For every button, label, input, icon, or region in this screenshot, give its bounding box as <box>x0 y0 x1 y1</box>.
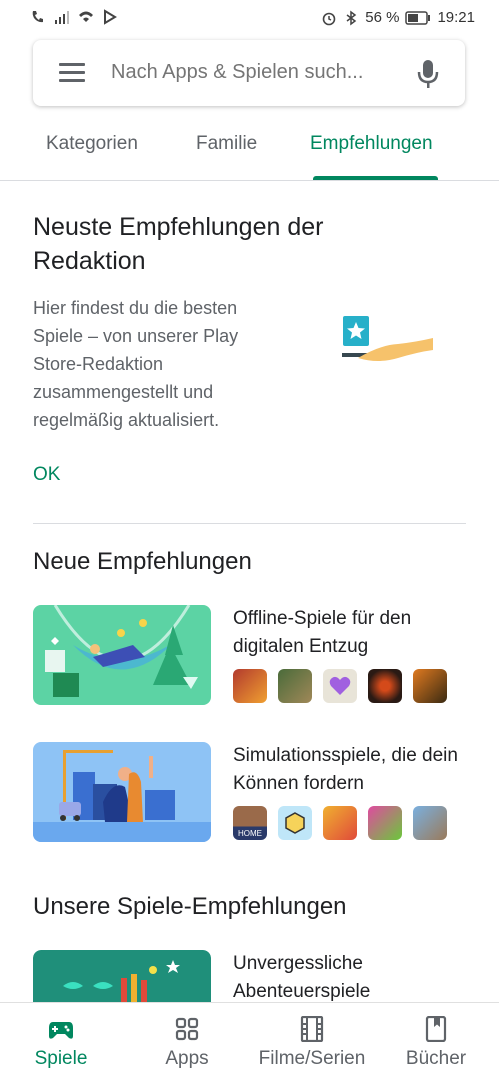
app-icon-2[interactable] <box>278 669 312 703</box>
wifi-icon <box>79 11 93 22</box>
simulation-games-thumbnail <box>33 742 211 842</box>
tab-familie[interactable]: Familie <box>196 133 257 155</box>
search-input[interactable]: Nach Apps & Spielen such... <box>111 61 401 84</box>
editorial-description: Hier findest du die besten Spiele – von … <box>33 298 239 430</box>
book-icon <box>425 1016 447 1042</box>
active-tab-indicator <box>313 176 438 180</box>
alarm-icon <box>322 12 336 25</box>
tab-kategorien[interactable]: Kategorien <box>46 133 138 155</box>
collection-title: Simulationsspiele, die dein Können forde… <box>233 745 458 794</box>
bluetooth-icon <box>346 10 357 25</box>
nav-label: Spiele <box>34 1048 88 1069</box>
status-bar: 56 % 19:21 <box>0 0 499 36</box>
offline-games-thumbnail <box>33 605 211 705</box>
collection-title: Offline-Spiele für den digitalen Entzug <box>233 608 412 657</box>
app-icon-2[interactable] <box>278 806 312 840</box>
app-icon-4[interactable] <box>368 669 402 703</box>
adventure-games-thumbnail <box>33 950 211 1002</box>
nav-item-buecher[interactable]: Bücher <box>381 1003 491 1081</box>
collection-app-icons <box>233 669 447 703</box>
ok-button[interactable]: OK <box>33 464 60 486</box>
nav-label: Apps <box>165 1048 209 1069</box>
divider <box>33 523 466 524</box>
heart-icon <box>329 676 351 695</box>
app-icon-1[interactable] <box>233 669 267 703</box>
app-icon-5[interactable] <box>413 669 447 703</box>
app-icon-1[interactable]: HOME <box>233 806 267 840</box>
nav-item-apps[interactable]: Apps <box>132 1003 242 1081</box>
hand-holding-badge-illustration <box>342 316 433 361</box>
section-title-new: Neue Empfehlungen <box>33 548 252 575</box>
collection-offline-games[interactable]: Offline-Spiele für den digitalen Entzug <box>33 605 466 705</box>
play-store-notification-icon <box>104 9 117 25</box>
editorial-title: Neuste Empfehlungen der Redaktion <box>33 213 324 275</box>
app-icon-text: HOME <box>238 829 262 838</box>
film-icon <box>300 1016 324 1042</box>
clock: 19:21 <box>437 9 475 26</box>
app-icon-3[interactable] <box>323 806 357 840</box>
app-icon-5[interactable] <box>413 806 447 840</box>
collection-app-icons: HOME <box>233 806 447 840</box>
bottom-navigation: Spiele Apps Filme/Serien Bücher <box>0 1002 499 1081</box>
battery-percent: 56 % <box>365 9 400 26</box>
tab-empfehlungen[interactable]: Empfehlungen <box>310 133 433 155</box>
nav-label: Filme/Serien <box>258 1048 366 1069</box>
microphone-icon[interactable] <box>417 58 439 90</box>
hamburger-menu-icon[interactable] <box>59 63 85 83</box>
app-icon-4[interactable] <box>368 806 402 840</box>
nav-label: Bücher <box>405 1048 467 1069</box>
hexagon-icon <box>285 812 305 834</box>
signal-icon <box>55 11 69 24</box>
app-icon-3[interactable] <box>323 669 357 703</box>
section-title-our-games: Unsere Spiele-Empfehlungen <box>33 893 347 920</box>
battery-icon <box>405 10 431 25</box>
apps-grid-icon <box>175 1017 199 1041</box>
phone-call-icon <box>32 11 43 23</box>
gamepad-icon <box>49 1022 73 1039</box>
collection-adventure-games[interactable]: Unvergessliche Abenteuerspiele <box>33 950 466 1002</box>
search-bar[interactable]: Nach Apps & Spielen such... <box>33 40 465 106</box>
nav-item-spiele[interactable]: Spiele <box>6 1003 116 1081</box>
collection-title: Unvergessliche Abenteuerspiele <box>233 953 371 1002</box>
top-tabs: Kategorien Familie Empfehlungen <box>0 118 499 181</box>
collection-simulation-games[interactable]: Simulationsspiele, die dein Können forde… <box>33 742 466 842</box>
nav-item-filme-serien[interactable]: Filme/Serien <box>257 1003 367 1081</box>
